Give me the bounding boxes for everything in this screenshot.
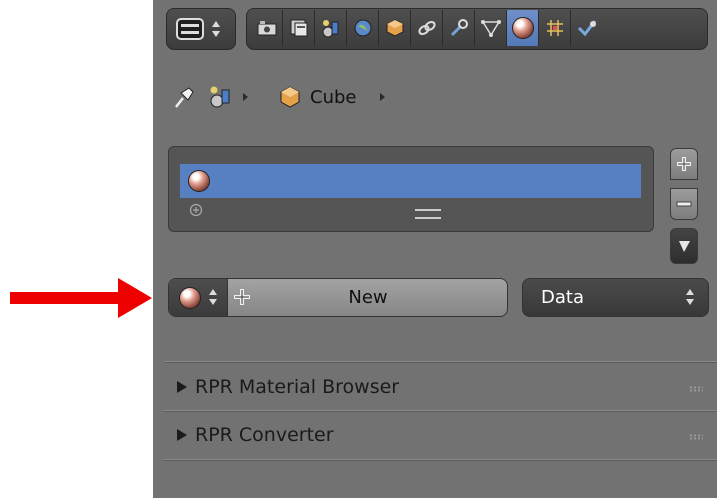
minus-icon (676, 201, 692, 207)
material-slot-row[interactable] (180, 164, 641, 198)
panel-separator (164, 362, 717, 363)
scene-icon (210, 86, 230, 108)
material-icon[interactable] (507, 10, 539, 46)
rpr-converter-panel[interactable]: RPR Converter (175, 420, 334, 450)
annotation-arrow (10, 278, 152, 318)
render-camera-icon[interactable] (251, 10, 283, 46)
world-icon[interactable] (347, 10, 379, 46)
new-material-label: New (348, 287, 388, 308)
texture-icon[interactable] (539, 10, 571, 46)
constraints-icon[interactable] (411, 10, 443, 46)
add-slot-button[interactable] (670, 148, 698, 180)
breadcrumb-arrow-icon (243, 93, 248, 101)
panel-separator (164, 411, 717, 412)
context-tab-bar (246, 8, 708, 50)
breadcrumb-object-name: Cube (310, 86, 357, 108)
editor-type-updown-icon (212, 21, 220, 37)
dropdown-arrow-icon (679, 241, 690, 252)
material-slot-list (168, 146, 654, 232)
browse-updown-icon (209, 289, 217, 305)
material-preview-icon (188, 170, 210, 192)
panel-separator (164, 460, 717, 461)
physics-icon[interactable] (571, 10, 602, 46)
panel-drag-grip[interactable] (689, 434, 703, 440)
slot-specials-menu[interactable] (670, 228, 698, 264)
breadcrumb: Cube (170, 80, 386, 114)
rpr-material-browser-panel[interactable]: RPR Material Browser (175, 372, 399, 402)
expand-triangle-icon (177, 429, 187, 441)
link-data-select[interactable]: Data (522, 278, 709, 317)
editor-type-menu[interactable] (166, 8, 236, 50)
select-updown-icon (686, 289, 694, 305)
render-layers-icon[interactable] (283, 10, 315, 46)
list-resize-grip[interactable] (415, 209, 441, 219)
pin-icon[interactable] (170, 83, 198, 111)
material-new-row: New (168, 278, 508, 317)
editor-type-icon (176, 18, 204, 40)
new-material-button[interactable]: New (227, 279, 507, 316)
material-preview-icon (179, 287, 201, 309)
scene-icon[interactable] (315, 10, 347, 46)
breadcrumb-arrow-icon (380, 93, 386, 101)
zoom-add-icon[interactable] (189, 203, 203, 217)
remove-slot-button[interactable] (670, 188, 698, 220)
object-cube-icon[interactable] (379, 10, 411, 46)
modifier-wrench-icon[interactable] (443, 10, 475, 46)
object-cube-icon (280, 86, 300, 108)
section-label: RPR Material Browser (195, 376, 400, 398)
browse-material-button[interactable] (169, 279, 227, 316)
plus-icon (677, 157, 691, 171)
link-data-value: Data (541, 287, 584, 308)
object-data-icon[interactable] (475, 10, 507, 46)
section-label: RPR Converter (195, 424, 334, 446)
expand-triangle-icon (177, 381, 187, 393)
panel-drag-grip[interactable] (689, 386, 703, 392)
